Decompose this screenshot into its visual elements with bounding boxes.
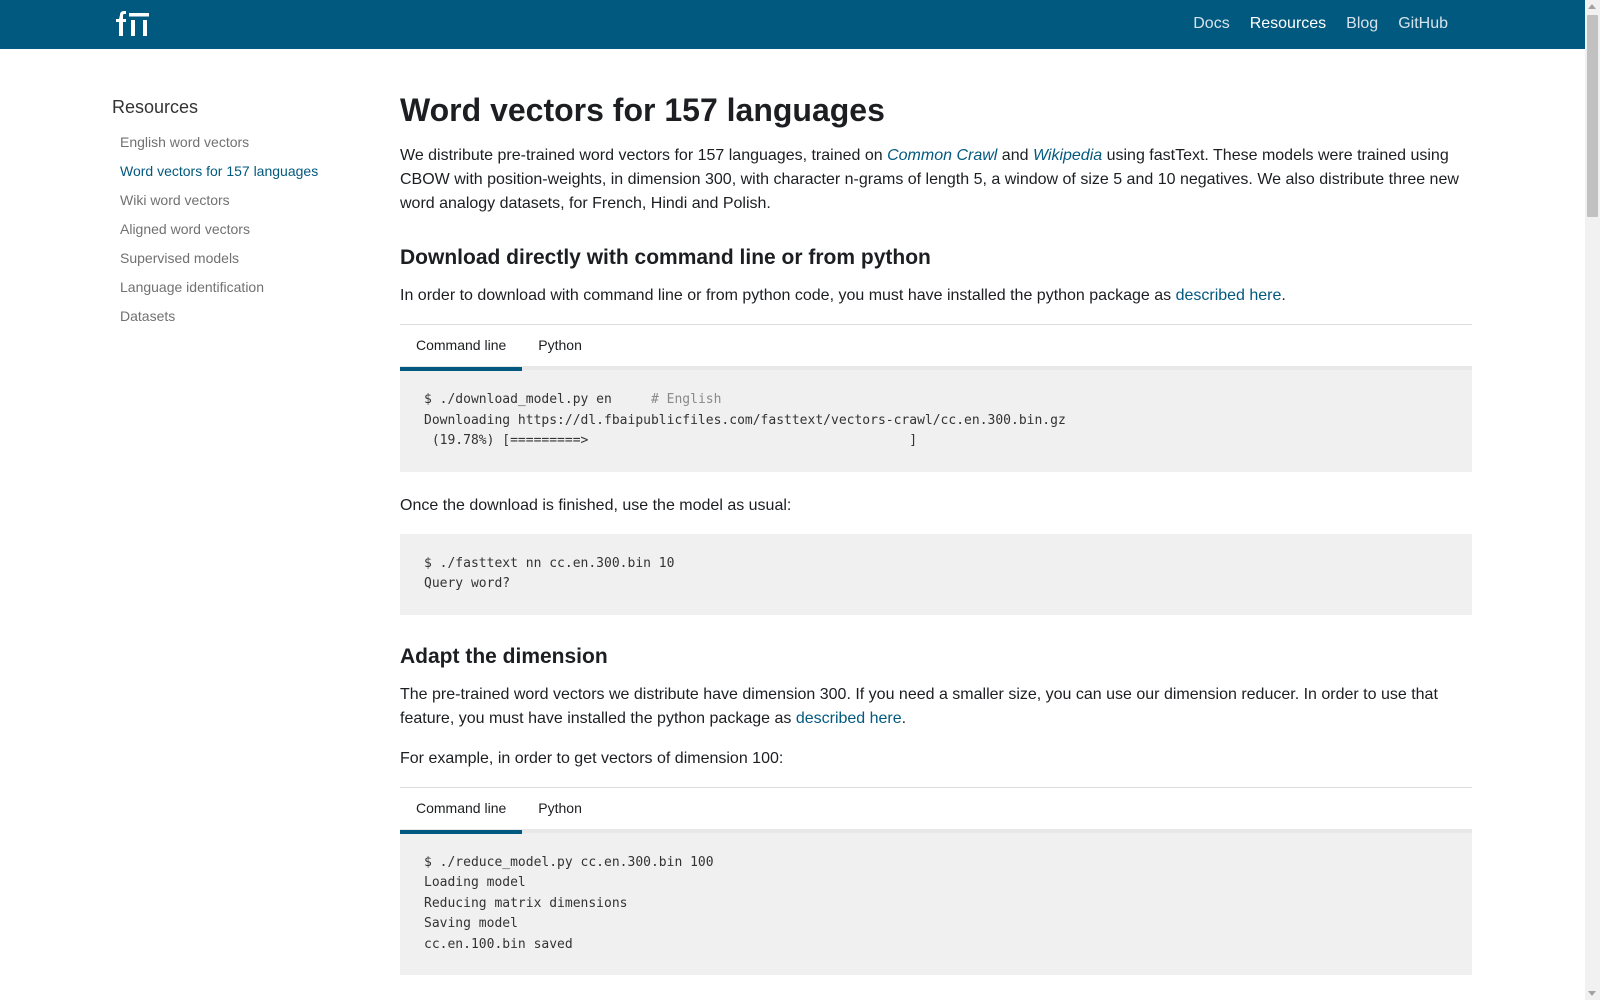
adapt-text-end: .: [901, 709, 907, 727]
reduce-code-block: $ ./reduce_model.py cc.en.300.bin 100 Lo…: [400, 832, 1472, 975]
code-command: $ ./download_model.py en: [424, 392, 651, 407]
tab-python-2[interactable]: Python: [522, 788, 598, 830]
described-here-link-2[interactable]: described here: [796, 710, 902, 727]
download-text: In order to download with command line o…: [400, 287, 1176, 304]
nav-docs[interactable]: Docs: [1193, 14, 1229, 34]
tab-bar-2: Command line Python: [400, 786, 1472, 834]
adapt-paragraph: The pre-trained word vectors we distribu…: [400, 683, 1472, 731]
top-navbar: Docs Resources Blog GitHub: [0, 0, 1585, 49]
described-here-link[interactable]: described here: [1176, 287, 1282, 304]
reduce-code-tabs: Command line Python $ ./reduce_model.py …: [400, 786, 1472, 975]
sidebar-item-datasets[interactable]: Datasets: [112, 302, 372, 331]
page-title: Word vectors for 157 languages: [400, 92, 885, 128]
scroll-up-arrow-icon[interactable]: [1588, 4, 1596, 9]
sidebar-item-language-identification[interactable]: Language identification: [112, 273, 372, 302]
download-code-tabs: Command line Python $ ./download_model.p…: [400, 324, 1472, 472]
download-heading: Download directly with command line or f…: [400, 246, 931, 269]
download-text-end: .: [1281, 287, 1286, 304]
tab-bar: Command line Python: [400, 324, 1472, 371]
tab-command-line[interactable]: Command line: [400, 325, 523, 371]
scrollbar-thumb[interactable]: [1587, 15, 1598, 217]
code-output: Downloading https://dl.fbaipublicfiles.c…: [424, 412, 1066, 449]
nav-github[interactable]: GitHub: [1398, 14, 1448, 34]
intro-text-2: and: [997, 147, 1033, 164]
main-content: Word vectors for 157 languages We distri…: [400, 88, 1472, 997]
sidebar-title: Resources: [112, 97, 199, 117]
adapt-text: The pre-trained word vectors we distribu…: [400, 685, 1438, 727]
tab-python[interactable]: Python: [522, 325, 598, 367]
intro-paragraph: We distribute pre-trained word vectors f…: [400, 144, 1472, 216]
sidebar-item-english-word-vectors[interactable]: English word vectors: [112, 128, 372, 157]
nn-code-block: $ ./fasttext nn cc.en.300.bin 10 Query w…: [400, 533, 1472, 615]
sidebar-item-aligned-word-vectors[interactable]: Aligned word vectors: [112, 215, 372, 244]
nav-blog[interactable]: Blog: [1346, 14, 1378, 34]
nav-resources[interactable]: Resources: [1250, 14, 1326, 34]
sidebar-item-word-vectors-157[interactable]: Word vectors for 157 languages: [112, 157, 372, 186]
tab-command-line-2[interactable]: Command line: [400, 788, 523, 834]
code-comment: # English: [650, 392, 722, 407]
sidebar: Resources English word vectors Word vect…: [112, 96, 372, 331]
scroll-down-arrow-icon[interactable]: [1588, 991, 1596, 996]
intro-text-1: We distribute pre-trained word vectors f…: [400, 147, 888, 164]
download-paragraph: In order to download with command line o…: [400, 284, 1472, 308]
common-crawl-link[interactable]: Common Crawl: [887, 147, 997, 164]
fasttext-logo-icon[interactable]: [112, 9, 152, 39]
adapt-dimension-heading: Adapt the dimension: [400, 644, 608, 668]
example-text: For example, in order to get vectors of …: [400, 749, 784, 767]
after-download-text: Once the download is finished, use the m…: [400, 496, 792, 514]
sidebar-item-supervised-models[interactable]: Supervised models: [112, 244, 372, 273]
download-code-block: $ ./download_model.py en # English Downl…: [400, 370, 1472, 472]
wikipedia-link[interactable]: Wikipedia: [1033, 147, 1102, 164]
sidebar-item-wiki-word-vectors[interactable]: Wiki word vectors: [112, 186, 372, 215]
nav-links: Docs Resources Blog GitHub: [1173, 14, 1448, 34]
vertical-scrollbar[interactable]: [1585, 0, 1600, 1000]
